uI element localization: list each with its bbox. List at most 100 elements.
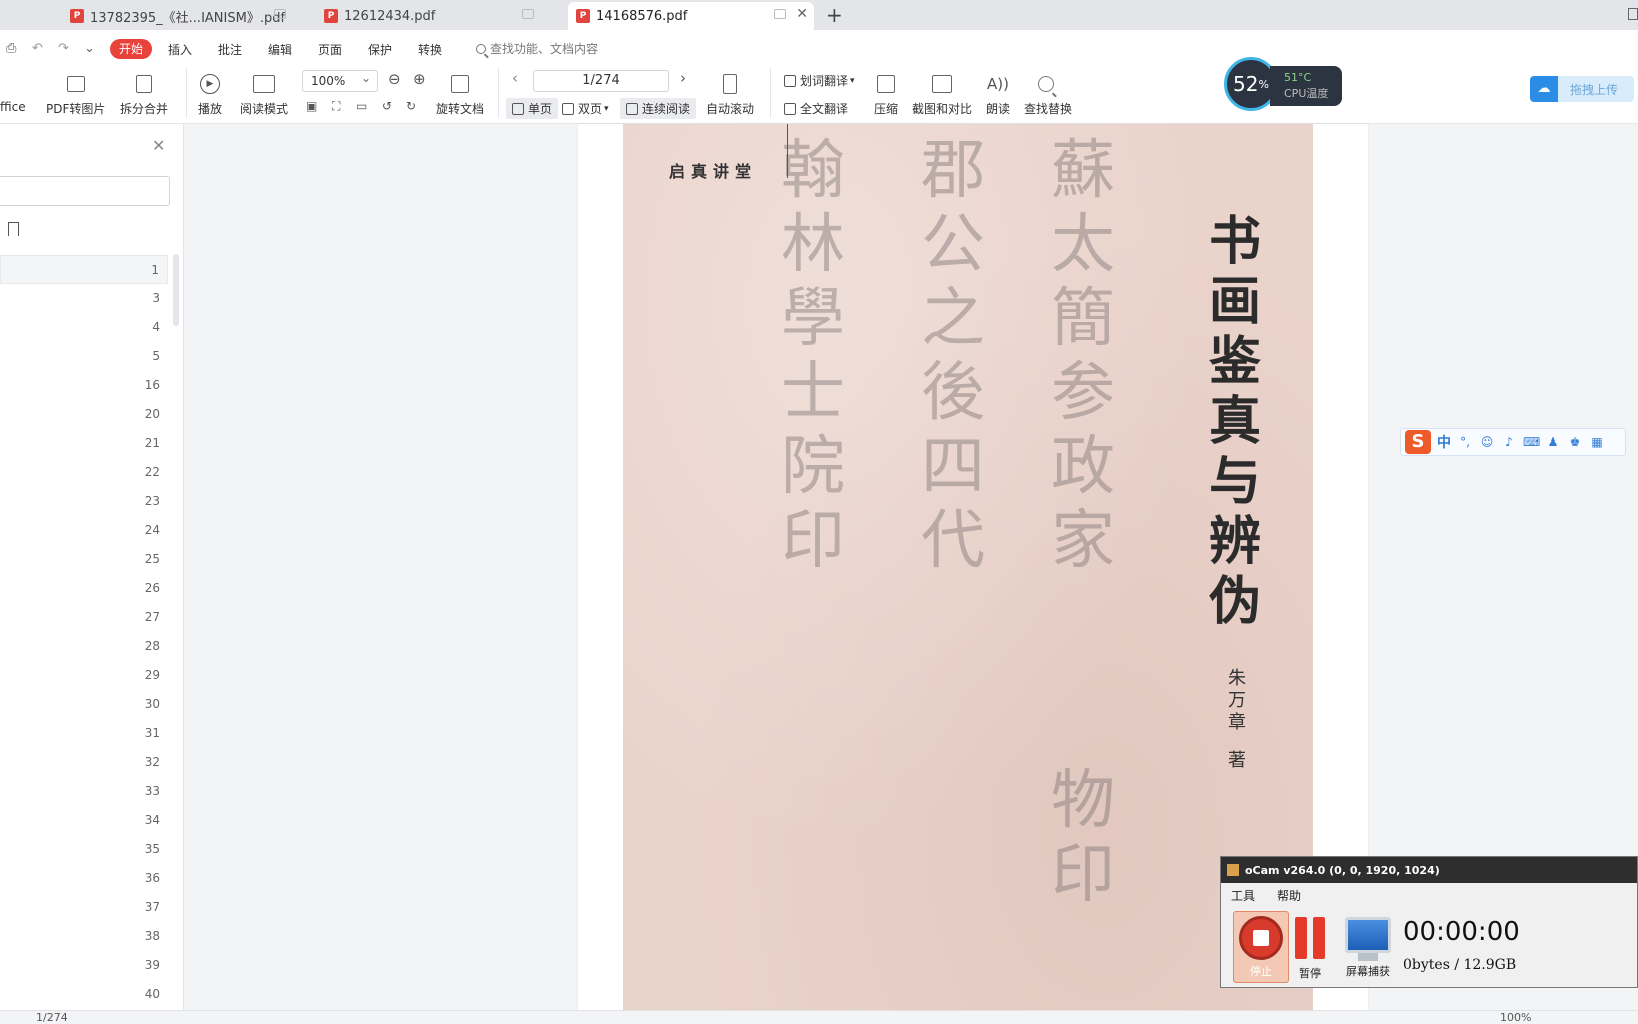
page-list-item[interactable]: 40 — [0, 980, 168, 1009]
zoom-in-icon[interactable]: ⊕ — [413, 70, 426, 88]
keyboard-icon[interactable]: ⌨ — [1523, 434, 1540, 450]
sidebar-search-input[interactable] — [0, 176, 170, 206]
compress-button[interactable]: 压缩 — [874, 72, 898, 117]
fit-width-icon[interactable]: ▭ — [356, 99, 367, 113]
page-list-item[interactable]: 36 — [0, 864, 168, 893]
page-list-item[interactable]: 31 — [0, 719, 168, 748]
find-replace-button[interactable]: 查找替换 — [1024, 72, 1072, 117]
pin-icon[interactable] — [774, 9, 786, 19]
menu-convert[interactable]: 转换 — [418, 41, 442, 58]
word-translate-button[interactable]: 划词翻译 ▾ — [784, 72, 855, 89]
split-merge-button[interactable]: 拆分合并 — [120, 72, 168, 117]
rotate-right-icon[interactable]: ↻ — [406, 99, 416, 113]
previous-page-icon[interactable]: ‹ — [512, 69, 518, 87]
page-list-item[interactable]: 30 — [0, 690, 168, 719]
undo-icon[interactable]: ↶ — [32, 41, 43, 56]
pin-icon[interactable] — [274, 9, 286, 19]
single-page-button[interactable]: 单页 — [506, 98, 559, 119]
calligraphy-column: 郡公之後四代 — [921, 134, 985, 578]
new-tab-button[interactable]: + — [826, 3, 843, 27]
page-list-item[interactable]: 35 — [0, 835, 168, 864]
ocam-title-bar[interactable]: oCam v264.0 (0, 0, 1920, 1024) — [1221, 857, 1637, 883]
page-list-item[interactable]: 34 — [0, 806, 168, 835]
pdf-to-image-button[interactable]: PDF转图片 — [46, 72, 105, 117]
zoom-select[interactable]: 100% — [302, 68, 378, 92]
office-button[interactable]: ffice — [0, 72, 26, 114]
menu-insert[interactable]: 插入 — [168, 41, 192, 58]
play-button[interactable]: ▶ 播放 — [198, 72, 222, 117]
punctuation-icon[interactable]: °, — [1457, 434, 1473, 450]
page-list-item[interactable]: 32 — [0, 748, 168, 777]
menu-edit[interactable]: 编辑 — [268, 41, 292, 58]
fit-page-icon[interactable]: ⛶ — [332, 99, 340, 114]
microphone-icon[interactable]: ♪ — [1501, 434, 1517, 450]
page-list-item[interactable]: 24 — [0, 516, 168, 545]
ime-mode-toggle[interactable]: 中 — [1437, 432, 1451, 452]
page-list-item[interactable]: 21 — [0, 429, 168, 458]
page-list-item[interactable]: 37 — [0, 893, 168, 922]
function-search[interactable]: 查找功能、文档内容 — [476, 40, 598, 57]
page-list-item[interactable]: 33 — [0, 777, 168, 806]
page-list-item[interactable]: 22 — [0, 458, 168, 487]
page-number-input[interactable]: 1/274 — [533, 70, 669, 92]
bookmark-icon[interactable] — [8, 222, 19, 236]
zoom-out-icon[interactable]: ⊖ — [388, 70, 401, 88]
page-list-item[interactable]: 3 — [0, 284, 168, 313]
cloud-icon: ☁ — [1530, 76, 1558, 102]
window-restore-icon[interactable] — [1628, 8, 1638, 20]
pause-button[interactable]: 暂停 — [1295, 911, 1325, 981]
rotate-document-button[interactable]: 旋转文档 — [436, 72, 484, 117]
auto-scroll-button[interactable]: 自动滚动 — [706, 72, 754, 117]
ocam-menu-help[interactable]: 帮助 — [1277, 887, 1301, 904]
page-list-item[interactable]: 16 — [0, 371, 168, 400]
apps-grid-icon[interactable]: ▦ — [1589, 434, 1605, 450]
read-aloud-button[interactable]: A)) 朗读 — [986, 72, 1010, 117]
rotate-left-icon[interactable]: ↺ — [382, 99, 392, 113]
series-name: 启真讲堂 — [669, 162, 758, 181]
sogou-logo-icon[interactable]: S — [1405, 430, 1431, 454]
menu-protect[interactable]: 保护 — [368, 41, 392, 58]
screenshot-compare-button[interactable]: 截图和对比 — [912, 72, 972, 117]
double-page-button[interactable]: 双页 ▾ — [562, 100, 609, 117]
skin-icon[interactable]: ♚ — [1567, 434, 1583, 450]
status-page-indicator[interactable]: 1/274 — [36, 1011, 68, 1024]
menu-annotate[interactable]: 批注 — [218, 41, 242, 58]
close-sidebar-icon[interactable]: ✕ — [152, 136, 165, 155]
menu-start[interactable]: 开始 — [110, 39, 152, 59]
page-list-item[interactable]: 20 — [0, 400, 168, 429]
continuous-reading-button[interactable]: 连续阅读 — [620, 98, 697, 119]
screen-capture-button[interactable]: 屏幕捕获 — [1345, 911, 1391, 979]
page-list-item[interactable]: 4 — [0, 313, 168, 342]
redo-icon[interactable]: ↷ — [58, 41, 69, 56]
find-replace-label: 查找替换 — [1024, 102, 1073, 116]
actual-size-icon[interactable]: ▣ — [306, 99, 317, 113]
pin-icon[interactable] — [522, 9, 534, 19]
tab-document-1[interactable]: P 13782395_《社...IANISM》.pdf — [62, 2, 296, 30]
drag-upload-button[interactable]: ☁ 拖拽上传 — [1530, 76, 1634, 102]
status-zoom[interactable]: 100% — [1500, 1011, 1531, 1024]
sidebar-scrollbar[interactable] — [173, 254, 179, 326]
page-list-item[interactable]: 5 — [0, 342, 168, 371]
page-list-item[interactable]: 27 — [0, 603, 168, 632]
ocam-menu-tools[interactable]: 工具 — [1231, 887, 1255, 904]
full-translate-button[interactable]: 全文翻译 — [784, 100, 848, 117]
emoji-icon[interactable]: ☺ — [1479, 434, 1495, 450]
page-list-item[interactable]: 28 — [0, 632, 168, 661]
page-list-item[interactable]: 38 — [0, 922, 168, 951]
page-list-item[interactable]: 25 — [0, 545, 168, 574]
quick-access-dropdown-icon[interactable]: ⌄ — [84, 41, 95, 56]
menu-page[interactable]: 页面 — [318, 41, 342, 58]
page-list-item[interactable]: 29 — [0, 661, 168, 690]
user-icon[interactable]: ♟ — [1545, 434, 1561, 450]
next-page-icon[interactable]: › — [680, 69, 686, 87]
page-list-item[interactable]: 39 — [0, 951, 168, 980]
stop-recording-button[interactable]: 停止 — [1233, 911, 1289, 983]
page-list-item[interactable]: 26 — [0, 574, 168, 603]
page-list-item[interactable]: 23 — [0, 487, 168, 516]
close-tab-icon[interactable]: ✕ — [796, 6, 808, 22]
read-mode-button[interactable]: 阅读模式 — [240, 72, 288, 117]
tab-document-2[interactable]: P 12612434.pdf — [316, 2, 544, 30]
tab-document-3[interactable]: P 14168576.pdf ✕ — [568, 2, 814, 30]
page-list-item[interactable]: 1 — [0, 255, 168, 284]
print-icon[interactable]: ⎙ — [6, 41, 16, 56]
